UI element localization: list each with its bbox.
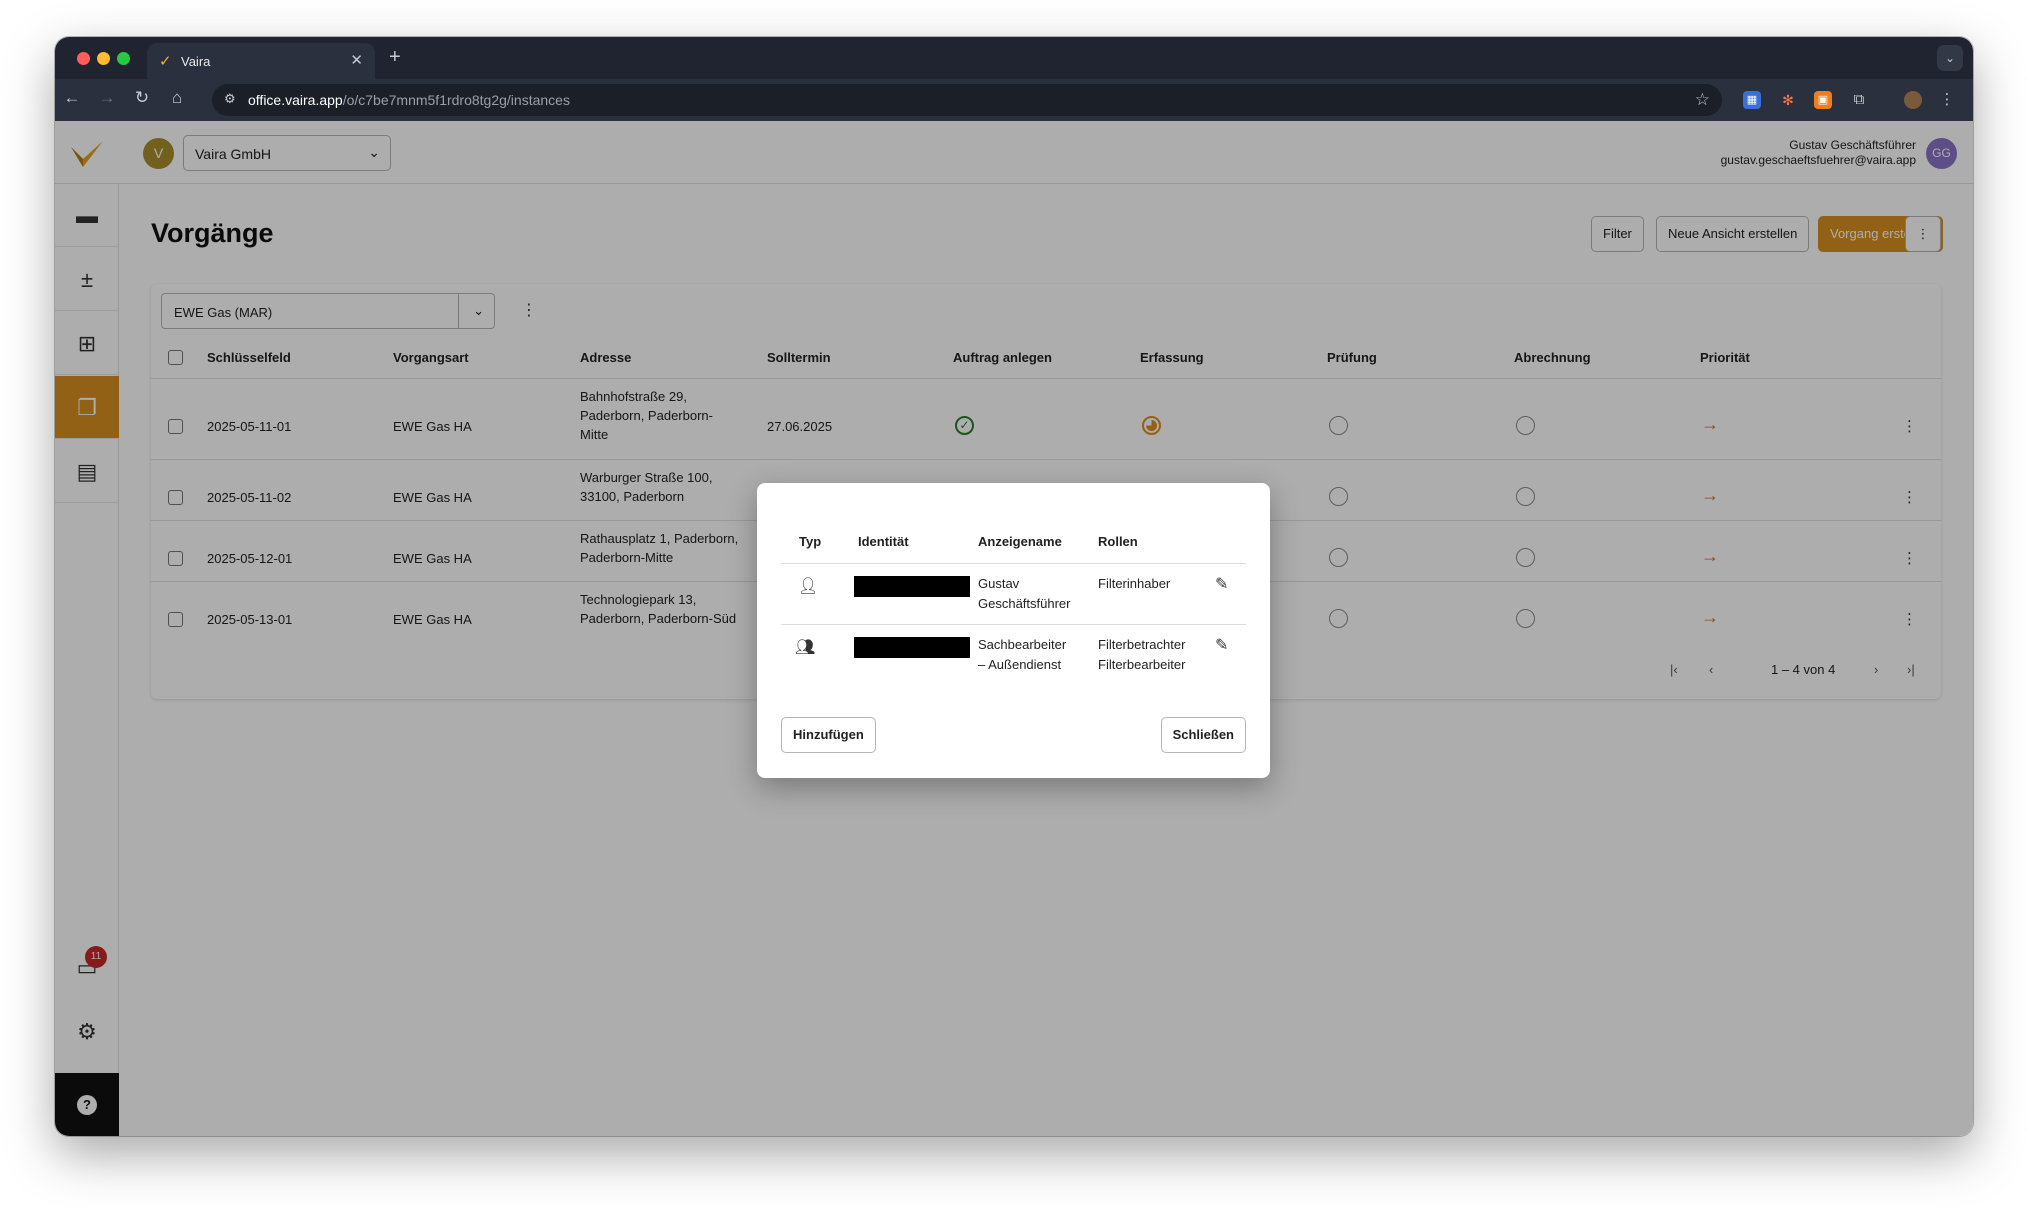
close-button[interactable]: Schließen xyxy=(1160,717,1246,753)
roles: Filterbetrachter Filterbearbeiter xyxy=(1098,637,1186,672)
dialog-column-header: Identität xyxy=(858,534,909,549)
extension-icon[interactable]: ▦ xyxy=(1743,91,1761,109)
tab-close-icon[interactable]: ✕ xyxy=(350,51,363,69)
add-button[interactable]: Hinzufügen xyxy=(781,717,876,753)
redacted-identity xyxy=(854,637,970,658)
browser-tab[interactable]: ✓ Vaira ✕ xyxy=(147,43,375,79)
dialog-column-header: Anzeigename xyxy=(978,534,1062,549)
permissions-dialog: Typ Identität Anzeigename Rollen 👤︎ Gust… xyxy=(757,483,1270,778)
dialog-column-header: Rollen xyxy=(1098,534,1138,549)
roles: Filterinhaber xyxy=(1098,576,1171,591)
reload-icon[interactable]: ↻ xyxy=(130,88,154,108)
back-icon[interactable]: ← xyxy=(60,88,84,108)
browser-toolbar: ← → ↻ ⌂ ⚙ office.vaira.app/o/c7be7mnm5f1… xyxy=(55,79,1973,121)
extensions-puzzle-icon[interactable]: ⧉ xyxy=(1850,91,1868,109)
home-icon[interactable]: ⌂ xyxy=(165,88,189,108)
forward-icon[interactable]: → xyxy=(95,88,119,108)
dialog-column-header: Typ xyxy=(799,534,822,549)
group-icon: 👥︎ xyxy=(795,639,816,656)
display-name: Sachbearbeiter – Außendienst xyxy=(978,637,1067,672)
tab-search-icon[interactable]: ⌄ xyxy=(1937,45,1963,71)
person-icon: 👤︎ xyxy=(798,578,819,595)
redacted-identity xyxy=(854,576,970,597)
site-info-icon[interactable]: ⚙ xyxy=(224,91,236,107)
edit-pencil-icon[interactable]: ✎ xyxy=(1215,574,1228,594)
url-text: office.vaira.app/o/c7be7mnm5f1rdro8tg2g/… xyxy=(248,92,570,108)
tab-title: Vaira xyxy=(181,54,211,69)
hubspot-extension-icon[interactable]: ✻ xyxy=(1779,91,1797,109)
extension-orange-icon[interactable]: ▣ xyxy=(1814,91,1832,109)
address-bar[interactable]: ⚙ office.vaira.app/o/c7be7mnm5f1rdro8tg2… xyxy=(212,84,1722,116)
profile-icon[interactable] xyxy=(1904,91,1922,109)
vaira-favicon-icon: ✓ xyxy=(159,53,172,70)
browser-tab-bar: ✓ Vaira ✕ + ⌄ xyxy=(55,37,1973,79)
minimize-window-button[interactable] xyxy=(97,52,110,65)
bookmark-star-icon[interactable]: ☆ xyxy=(1695,90,1710,110)
new-tab-icon[interactable]: + xyxy=(389,46,401,69)
maximize-window-button[interactable] xyxy=(117,52,130,65)
edit-pencil-icon[interactable]: ✎ xyxy=(1215,635,1228,655)
close-window-button[interactable] xyxy=(77,52,90,65)
browser-menu-icon[interactable]: ⋮ xyxy=(1938,91,1956,109)
display-name: Gustav Geschäftsführer xyxy=(978,576,1071,611)
